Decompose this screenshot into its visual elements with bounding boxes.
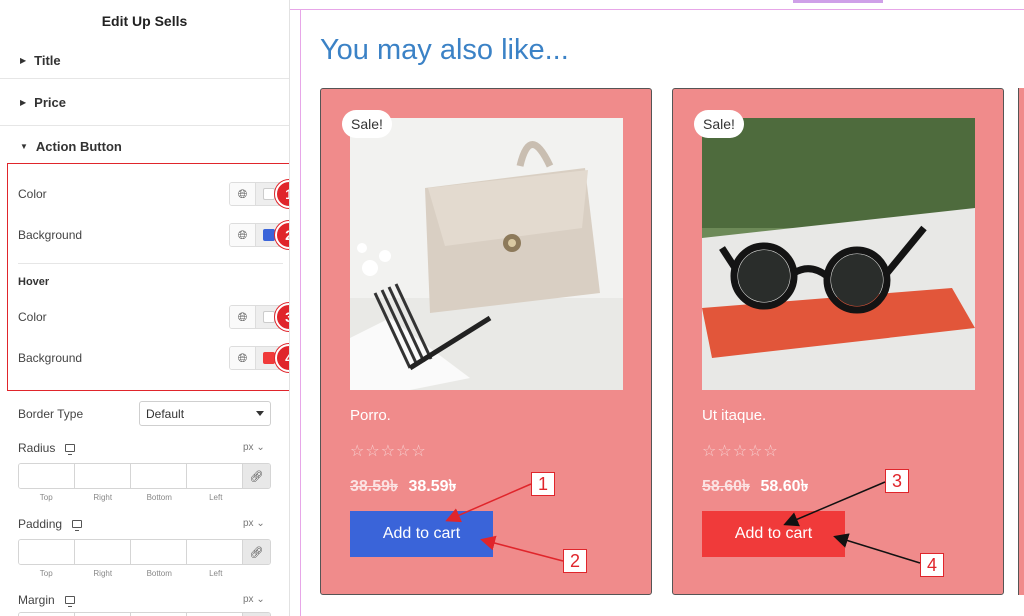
dim-label-bottom: Bottom (146, 493, 172, 502)
radius-control-label: Radius (18, 441, 76, 455)
hover-color-label: Color (18, 310, 47, 324)
border-type-value: Default (146, 407, 185, 421)
padding-label: Padding (18, 517, 63, 531)
caret-right-icon: ▶ (20, 97, 27, 107)
callout-3: 3 (885, 469, 909, 493)
section-outline-top (290, 9, 1024, 10)
dim-label-bottom: Bottom (146, 569, 172, 578)
section-action-button[interactable]: ▼ Action Button (0, 126, 289, 166)
sale-badge: Sale! (342, 110, 392, 138)
border-type-label: Border Type (18, 407, 84, 421)
radius-label: Radius (18, 441, 56, 455)
radius-right-input[interactable] (75, 464, 131, 488)
chevron-down-icon (256, 411, 264, 416)
desktop-icon[interactable] (64, 596, 75, 607)
radius-bottom-input[interactable] (131, 464, 187, 488)
margin-inputs (18, 612, 271, 616)
radius-top-input[interactable] (19, 464, 75, 488)
hover-background-label: Background (18, 351, 83, 365)
product-title[interactable]: Porro. (350, 407, 391, 424)
caret-down-icon: ▼ (20, 141, 28, 151)
sale-badge: Sale! (694, 110, 744, 138)
settings-panel: Edit Up Sells ▶ Title ▶ Price ▼ Action B… (0, 0, 290, 616)
link-icon[interactable]: 🔗︎ (243, 540, 270, 564)
product-title[interactable]: Ut itaque. (702, 407, 766, 424)
radius-inputs: 🔗︎ (18, 463, 271, 489)
globe-icon[interactable]: 🌐︎ (230, 306, 256, 328)
divider (18, 263, 283, 264)
product-image-sunglasses[interactable] (702, 118, 975, 390)
star-rating: ☆☆☆☆☆ (350, 443, 427, 460)
color-label: Color (18, 187, 47, 201)
unit-label: px (243, 518, 254, 529)
desktop-icon[interactable] (65, 444, 76, 455)
dim-label-top: Top (39, 493, 53, 502)
globe-icon[interactable]: 🌐︎ (230, 347, 256, 369)
globe-icon[interactable]: 🌐︎ (230, 224, 256, 246)
product-card: Sale! Porro. ☆☆☆☆☆ 38.59৳ 38.59৳ Add to … (320, 88, 652, 595)
hover-background-control: Background 🌐︎ (18, 346, 283, 370)
star-rating: ☆☆☆☆☆ (702, 443, 779, 460)
old-price: 38.59৳ (350, 478, 399, 495)
add-to-cart-button[interactable]: Add to cart (702, 511, 845, 557)
desktop-icon[interactable] (72, 520, 83, 531)
dim-label-right: Right (93, 569, 113, 578)
globe-icon[interactable]: 🌐︎ (230, 183, 256, 205)
section-action-button-label: Action Button (35, 138, 122, 154)
padding-unit[interactable]: px ⌄ (243, 518, 265, 529)
padding-bottom-input[interactable] (131, 540, 187, 564)
unit-label: px (243, 442, 254, 453)
padding-inputs: 🔗︎ (18, 539, 271, 565)
product-card: Sale! Ut itaque. ☆☆☆☆☆ 58.60৳ 58.60৳ Add… (672, 88, 1004, 595)
padding-top-input[interactable] (19, 540, 75, 564)
unit-label: px (243, 594, 254, 605)
panel-title: Edit Up Sells (101, 13, 188, 29)
section-price[interactable]: ▶ Price (0, 79, 289, 126)
padding-control-label: Padding (18, 517, 83, 531)
product-image-handbag[interactable] (350, 118, 623, 390)
link-icon[interactable]: 🔗︎ (243, 464, 270, 488)
radius-left-input[interactable] (187, 464, 243, 488)
section-outline-left (300, 9, 301, 616)
background-control: Background 🌐︎ (18, 223, 283, 247)
old-price: 58.60৳ (702, 478, 751, 495)
padding-right-input[interactable] (75, 540, 131, 564)
sale-price: 58.60৳ (760, 478, 809, 495)
section-price-label: Price (34, 94, 66, 110)
color-control: Color 🌐︎ (18, 182, 283, 206)
hover-heading: Hover (18, 276, 50, 288)
border-type-select[interactable]: Default (139, 401, 271, 426)
background-label: Background (18, 228, 83, 242)
section-title-label: Title (34, 52, 61, 68)
margin-unit[interactable]: px ⌄ (243, 594, 265, 605)
dim-label-left: Left (209, 569, 223, 578)
padding-dim-labels: Top Right Bottom Left (18, 569, 244, 578)
caret-right-icon: ▶ (20, 55, 27, 65)
add-to-cart-button[interactable]: Add to cart (350, 511, 493, 557)
callout-4: 4 (920, 553, 944, 577)
dim-label-right: Right (93, 493, 113, 502)
sale-price: 38.59৳ (408, 478, 457, 495)
dim-label-left: Left (209, 493, 223, 502)
hover-color-control: Color 🌐︎ (18, 305, 283, 329)
margin-label: Margin (18, 593, 55, 607)
callout-2: 2 (563, 549, 587, 573)
product-price: 58.60৳ 58.60৳ (702, 473, 808, 500)
upsells-heading: You may also like... (320, 34, 569, 66)
section-title[interactable]: ▶ Title (0, 42, 289, 79)
radius-unit[interactable]: px ⌄ (243, 442, 265, 453)
product-price: 38.59৳ 38.59৳ (350, 473, 456, 500)
padding-left-input[interactable] (187, 540, 243, 564)
callout-1: 1 (531, 472, 555, 496)
section-handle (793, 0, 883, 3)
radius-dim-labels: Top Right Bottom Left (18, 493, 244, 502)
product-card-partial (1018, 88, 1024, 595)
dim-label-top: Top (39, 569, 53, 578)
margin-control-label: Margin (18, 593, 75, 607)
